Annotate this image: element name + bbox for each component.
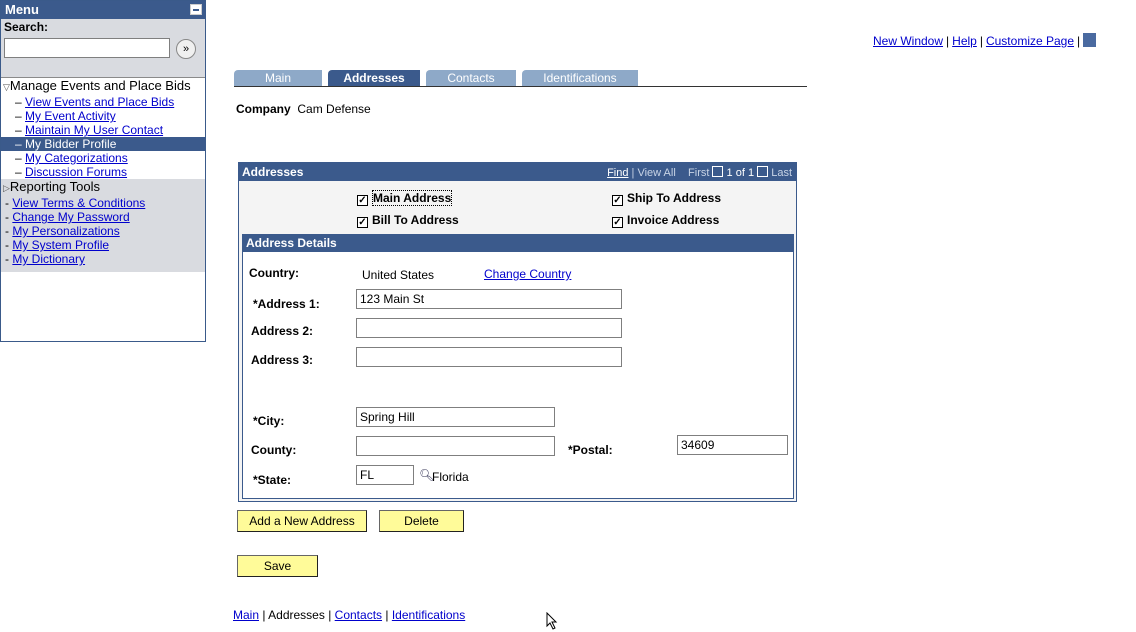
menu-grey-section: ▷Reporting Tools - View Terms & Conditio… [1,179,205,272]
menu-item-categorizations[interactable]: – My Categorizations [1,151,205,165]
country-value: United States [362,268,435,282]
menu-item-terms[interactable]: - View Terms & Conditions [1,196,205,210]
tab-addresses[interactable]: Addresses [328,70,420,86]
address-details-header: Address Details [243,235,793,252]
address2-input[interactable] [356,318,622,338]
address1-label: *Address 1: [253,297,320,311]
customize-page-link[interactable]: Customize Page [986,34,1074,48]
menu-item-discussion-forums[interactable]: – Discussion Forums [1,165,205,179]
menu-item-event-activity[interactable]: – My Event Activity [1,109,205,123]
addresses-header: Addresses Find | View All First 1 of 1 L… [239,163,796,181]
menu-item-change-password[interactable]: - Change My Password [1,210,205,224]
last-label: Last [771,167,792,179]
county-label: County: [251,443,297,457]
country-label: Country: [249,266,299,280]
menu-header: Menu [1,1,205,19]
checkbox-checked-icon[interactable]: ✓ [357,217,368,228]
address1-input[interactable] [356,289,622,309]
company-value: Cam Defense [297,102,371,116]
row-count: 1 of 1 [726,167,755,179]
menu-folder-reporting-tools[interactable]: ▷Reporting Tools [1,179,205,196]
mouse-cursor-icon [546,612,558,630]
tab-identifications[interactable]: Identifications [522,70,638,86]
find-link[interactable]: Find [607,167,628,179]
company-label: Company [236,102,291,116]
tab-contacts[interactable]: Contacts [426,70,516,86]
search-go-icon[interactable]: » [176,39,196,59]
checkbox-checked-icon[interactable]: ✓ [612,217,623,228]
view-all-link[interactable]: View All [637,167,675,179]
menu-item-dictionary[interactable]: - My Dictionary [1,252,205,272]
address2-label: Address 2: [251,324,314,338]
triangle-right-icon: ▷ [3,183,10,193]
addresses-nav: Find | View All First 1 of 1 Last [607,166,792,179]
delete-button[interactable]: Delete [379,510,464,532]
bottom-links: Main | Addresses | Contacts | Identifica… [233,608,466,622]
tab-underline [234,86,807,87]
top-links: New Window | Help | Customize Page | [873,33,1097,48]
state-label: *State: [253,473,292,487]
postal-label: *Postal: [568,443,613,457]
menu-item-view-events[interactable]: – View Events and Place Bids [1,95,205,109]
checkbox-checked-icon[interactable]: ✓ [357,195,368,206]
bottom-link-identifications[interactable]: Identifications [392,608,465,622]
http-icon[interactable] [1083,33,1097,47]
prev-icon[interactable] [712,166,724,177]
new-window-link[interactable]: New Window [873,34,943,48]
postal-input[interactable] [677,435,788,455]
first-label: First [688,167,710,179]
menu-search: Search: » [1,19,205,78]
help-link[interactable]: Help [952,34,977,48]
addresses-group: Addresses Find | View All First 1 of 1 L… [238,162,797,502]
main-address-checkbox[interactable]: ✓ Main Address [357,190,453,206]
address3-label: Address 3: [251,353,314,367]
left-menu: Menu Search: » ▽Manage Events and Place … [0,0,206,342]
tab-main[interactable]: Main [234,70,322,86]
search-label: Search: [4,20,49,34]
menu-item-personalizations[interactable]: - My Personalizations [1,224,205,238]
triangle-down-icon: ▽ [3,82,10,92]
state-name: Florida [432,470,469,484]
addresses-title: Addresses [242,165,304,179]
menu-item-system-profile[interactable]: - My System Profile [1,238,205,252]
company-row: Company Cam Defense [236,102,371,116]
minimize-icon[interactable] [190,4,202,15]
add-new-address-button[interactable]: Add a New Address [237,510,367,532]
ship-to-address-checkbox[interactable]: ✓ Ship To Address [612,191,721,206]
bottom-link-main[interactable]: Main [233,608,259,622]
next-icon[interactable] [757,166,769,177]
bottom-link-addresses: Addresses [268,608,325,622]
county-input[interactable] [356,436,555,456]
save-button[interactable]: Save [237,555,318,577]
invoice-address-checkbox[interactable]: ✓ Invoice Address [612,213,719,228]
address-details-group: Address Details Country: United States C… [242,234,794,499]
search-input[interactable] [4,38,170,58]
city-input[interactable] [356,407,555,427]
menu-item-bidder-profile[interactable]: – My Bidder Profile [1,137,205,151]
menu-item-user-contact[interactable]: – Maintain My User Contact [1,123,205,137]
state-input[interactable] [356,465,414,485]
checkbox-checked-icon[interactable]: ✓ [612,195,623,206]
menu-folder-manage-events[interactable]: ▽Manage Events and Place Bids [1,78,205,95]
menu-title: Menu [5,2,39,17]
change-country-link[interactable]: Change Country [484,267,571,281]
address3-input[interactable] [356,347,622,367]
city-label: *City: [253,414,285,428]
bottom-link-contacts[interactable]: Contacts [335,608,382,622]
bill-to-address-checkbox[interactable]: ✓ Bill To Address [357,213,459,228]
